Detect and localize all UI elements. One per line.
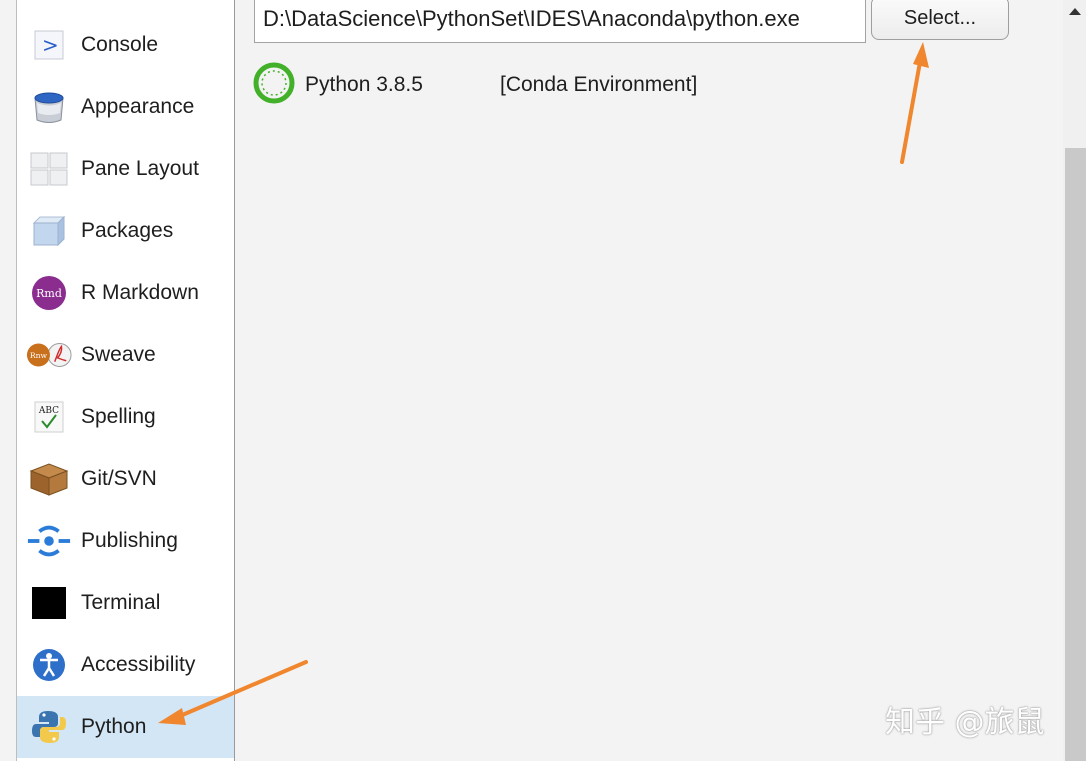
select-button-label: Select... (903, 6, 977, 29)
sidebar-item-label: Packages (81, 219, 174, 242)
paint-bucket-icon (26, 87, 72, 127)
git-box-icon (26, 459, 72, 499)
python-options-window: > Console Appearance Pane Layout Package… (0, 0, 1086, 761)
watermark: 知乎 @旅鼠 (885, 705, 1045, 740)
sidebar-item-appearance[interactable]: Appearance (17, 76, 234, 138)
sidebar-item-label: Sweave (81, 343, 156, 366)
abc-check-icon: ABC (26, 397, 72, 437)
terminal-icon (26, 583, 72, 623)
sidebar-item-terminal[interactable]: Terminal (17, 572, 234, 634)
sidebar-item-label: Publishing (81, 529, 178, 552)
sidebar-item-accessibility[interactable]: Accessibility (17, 634, 234, 696)
sidebar-item-label: Console (81, 33, 159, 56)
sidebar-item-sweave[interactable]: Rnw Sweave (17, 324, 234, 386)
sidebar-item-publishing[interactable]: Publishing (17, 510, 234, 572)
sidebar-item-label: Git/SVN (81, 467, 157, 490)
python-icon (26, 707, 72, 747)
svg-text:Rmd: Rmd (36, 287, 62, 300)
python-interpreter-path-value: D:\DataScience\PythonSet\IDES\Anaconda\p… (263, 6, 800, 31)
interpreter-entry[interactable]: Python 3.8.5 [Conda Environment] (252, 60, 852, 108)
python-interpreter-path-field[interactable]: D:\DataScience\PythonSet\IDES\Anaconda\p… (254, 0, 866, 43)
sidebar-item-pane-layout[interactable]: Pane Layout (17, 138, 234, 200)
sidebar-item-label: Appearance (81, 95, 195, 118)
select-interpreter-button[interactable]: Select... (871, 0, 1009, 40)
rmd-icon: Rmd (26, 273, 72, 313)
console-icon: > (26, 25, 72, 65)
sidebar-item-r-markdown[interactable]: Rmd R Markdown (17, 262, 234, 324)
sweave-pdf-icon: Rnw (26, 335, 72, 375)
sidebar-item-console[interactable]: > Console (17, 14, 234, 76)
sidebar-item-spelling[interactable]: ABC Spelling (17, 386, 234, 448)
scroll-up-arrow-icon[interactable] (1063, 0, 1086, 22)
sidebar-item-label: Pane Layout (81, 157, 199, 180)
sidebar-item-packages[interactable]: Packages (17, 200, 234, 262)
sidebar-item-label: R Markdown (81, 281, 199, 304)
scrollbar-thumb[interactable] (1065, 148, 1086, 761)
package-cube-icon (26, 211, 72, 251)
pane-layout-icon (26, 149, 72, 189)
sidebar-item-python[interactable]: Python (17, 696, 234, 758)
accessibility-icon (26, 645, 72, 685)
conda-ring-icon (252, 61, 296, 105)
arrow-to-select-button (900, 42, 929, 164)
sidebar-item-label: Terminal (81, 591, 161, 614)
svg-text:Rnw: Rnw (30, 351, 48, 360)
sidebar-item-label: Spelling (81, 405, 156, 428)
sidebar-item-git-svn[interactable]: Git/SVN (17, 448, 234, 510)
publishing-icon (26, 521, 72, 561)
interpreter-name: Python 3.8.5 (305, 73, 423, 96)
svg-text:ABC: ABC (38, 406, 59, 416)
options-sidebar: > Console Appearance Pane Layout Package… (16, 0, 235, 761)
sidebar-item-label: Accessibility (81, 653, 196, 676)
interpreter-type: [Conda Environment] (500, 73, 698, 96)
svg-text:>: > (42, 33, 59, 57)
vertical-scrollbar[interactable] (1063, 0, 1086, 761)
sidebar-item-label: Python (81, 715, 147, 738)
